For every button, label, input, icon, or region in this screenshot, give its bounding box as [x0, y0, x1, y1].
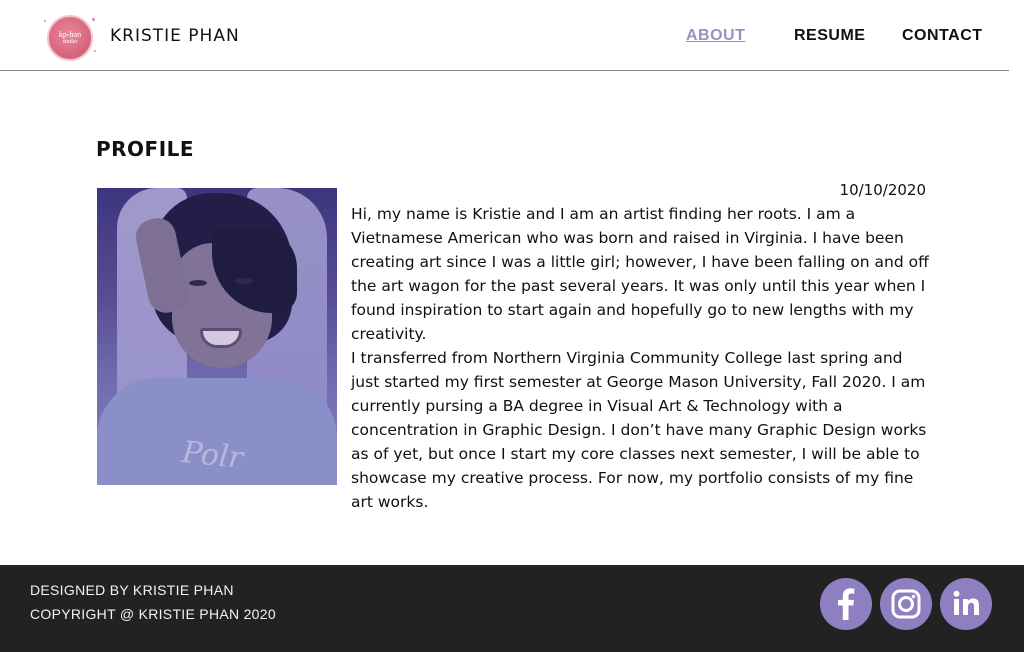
footer-copyright: COPYRIGHT @ KRISTIE PHAN 2020: [30, 606, 276, 622]
site-logo[interactable]: kp-han studio: [44, 12, 98, 62]
logo-text-line1: kp-han: [58, 29, 82, 39]
nav-contact[interactable]: CONTACT: [902, 27, 983, 45]
page-title: PROFILE: [96, 137, 195, 161]
instagram-icon: [891, 589, 921, 619]
post-date: 10/10/2020: [839, 181, 926, 199]
linkedin-link[interactable]: [940, 578, 992, 630]
photo-tint: [97, 188, 337, 485]
site-footer: DESIGNED BY KRISTIE PHAN COPYRIGHT @ KRI…: [0, 565, 1024, 652]
footer-designed-by: DESIGNED BY KRISTIE PHAN: [30, 582, 234, 598]
facebook-link[interactable]: [820, 578, 872, 630]
profile-photo: Polr: [97, 188, 337, 485]
bio-paragraph-1: Hi, my name is Kristie and I am an artis…: [351, 205, 929, 343]
logo-text-line2: studio: [62, 38, 78, 45]
nav-about[interactable]: ABOUT: [686, 27, 745, 45]
facebook-icon: [838, 588, 855, 620]
instagram-link[interactable]: [880, 578, 932, 630]
logo-sparkle: [92, 18, 95, 21]
logo-sparkle: [94, 50, 96, 52]
nav-resume[interactable]: RESUME: [794, 27, 865, 45]
site-header: kp-han studio KRISTIE PHAN ABOUT RESUME …: [0, 0, 1009, 71]
logo-badge: kp-han studio: [47, 15, 93, 61]
logo-sparkle: [44, 20, 46, 22]
linkedin-icon: [953, 590, 979, 615]
bio-paragraph-2: I transferred from Northern Virginia Com…: [351, 349, 927, 511]
brand-name[interactable]: KRISTIE PHAN: [110, 26, 240, 46]
